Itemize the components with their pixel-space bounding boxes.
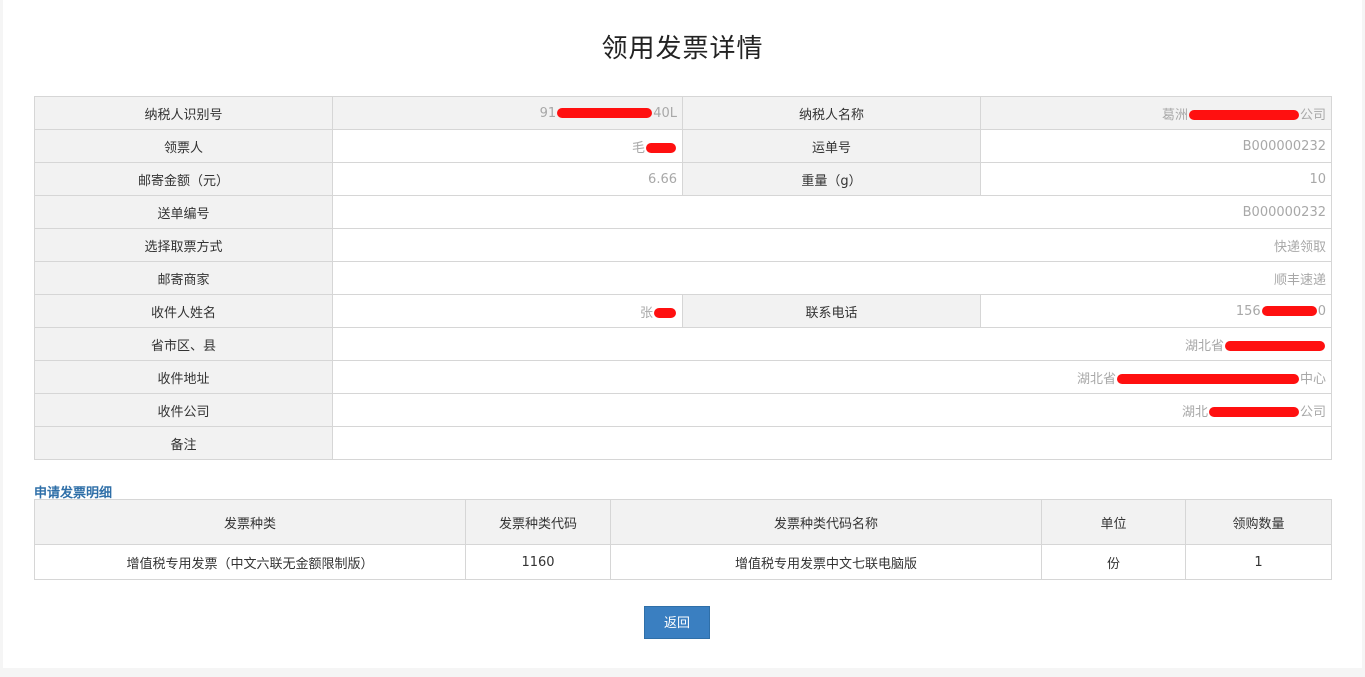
courier-value: 顺丰速递: [332, 261, 1332, 295]
redaction-mark: [1208, 407, 1299, 417]
pickup-method-value: 快递领取: [332, 228, 1332, 262]
phone-label: 联系电话: [682, 294, 981, 328]
detail-row: 备注: [34, 426, 1332, 460]
detail-table: 纳税人识别号 91 40L 纳税人名称 葛洲 公司 领票人 毛 运单号 B00000…: [34, 96, 1332, 460]
table-cell: 1: [1185, 544, 1332, 580]
detail-row: 邮寄商家 顺丰速递: [34, 261, 1332, 295]
postage-value: 6.66: [332, 162, 683, 196]
taxpayer-id-label: 纳税人识别号: [34, 96, 333, 130]
back-button[interactable]: 返回: [644, 606, 710, 639]
remarks-value: [332, 426, 1332, 460]
postage-label: 邮寄金额（元）: [34, 162, 333, 196]
column-header: 单位: [1041, 499, 1186, 545]
detail-row: 省市区、县 湖北省: [34, 327, 1332, 361]
delivery-no-label: 送单编号: [34, 195, 333, 229]
column-header: 发票种类代码名称: [610, 499, 1042, 545]
redaction-mark: [646, 143, 676, 153]
table-cell: 增值税专用发票中文七联电脑版: [610, 544, 1042, 580]
table-row: 增值税专用发票（中文六联无金额限制版） 1160 增值税专用发票中文七联电脑版 …: [34, 544, 1332, 580]
detail-row: 收件人姓名 张 联系电话 156 0: [34, 294, 1332, 328]
redaction-mark: [1225, 341, 1325, 351]
courier-label: 邮寄商家: [34, 261, 333, 295]
invoice-detail-page: 领用发票详情 纳税人识别号 91 40L 纳税人名称 葛洲 公司 领票人 毛 运单号…: [3, 0, 1362, 668]
company-label: 收件公司: [34, 393, 333, 427]
region-value: 湖北省: [332, 327, 1332, 361]
table-cell: 份: [1041, 544, 1186, 580]
taxpayer-name-label: 纳税人名称: [682, 96, 981, 130]
column-header: 领购数量: [1185, 499, 1332, 545]
detail-row: 收件公司 湖北 公司: [34, 393, 1332, 427]
detail-row: 纳税人识别号 91 40L 纳税人名称 葛洲 公司: [34, 96, 1332, 130]
receiver-name-value: 张: [332, 294, 683, 328]
delivery-no-value: B000000232: [332, 195, 1332, 229]
page-title: 领用发票详情: [601, 34, 764, 64]
detail-row: 收件地址 湖北省 中心: [34, 360, 1332, 394]
items-header-row: 发票种类 发票种类代码 发票种类代码名称 单位 领购数量: [34, 499, 1332, 545]
weight-label: 重量（g）: [682, 162, 981, 196]
address-label: 收件地址: [34, 360, 333, 394]
pickup-method-label: 选择取票方式: [34, 228, 333, 262]
redaction-mark: [557, 108, 653, 118]
remarks-label: 备注: [34, 426, 333, 460]
recipient-value: 毛: [332, 129, 683, 163]
detail-row: 邮寄金额（元） 6.66 重量（g） 10: [34, 162, 1332, 196]
redaction-mark: [1188, 110, 1299, 120]
waybill-no-value: B000000232: [980, 129, 1332, 163]
items-table: 发票种类 发票种类代码 发票种类代码名称 单位 领购数量 增值税专用发票（中文六…: [34, 499, 1332, 580]
redaction-mark: [1261, 306, 1317, 316]
phone-value: 156 0: [980, 294, 1332, 328]
receiver-name-label: 收件人姓名: [34, 294, 333, 328]
detail-row: 送单编号 B000000232: [34, 195, 1332, 229]
taxpayer-name-value: 葛洲 公司: [980, 96, 1332, 130]
detail-row: 领票人 毛 运单号 B000000232: [34, 129, 1332, 163]
table-cell: 1160: [465, 544, 611, 580]
waybill-no-label: 运单号: [682, 129, 981, 163]
redaction-mark: [654, 308, 676, 318]
company-value: 湖北 公司: [332, 393, 1332, 427]
taxpayer-id-value: 91 40L: [332, 96, 683, 130]
column-header: 发票种类: [34, 499, 466, 545]
redaction-mark: [1116, 374, 1299, 384]
table-cell: 增值税专用发票（中文六联无金额限制版）: [34, 544, 466, 580]
detail-row: 选择取票方式 快递领取: [34, 228, 1332, 262]
recipient-label: 领票人: [34, 129, 333, 163]
address-value: 湖北省 中心: [332, 360, 1332, 394]
weight-value: 10: [980, 162, 1332, 196]
column-header: 发票种类代码: [465, 499, 611, 545]
region-label: 省市区、县: [34, 327, 333, 361]
